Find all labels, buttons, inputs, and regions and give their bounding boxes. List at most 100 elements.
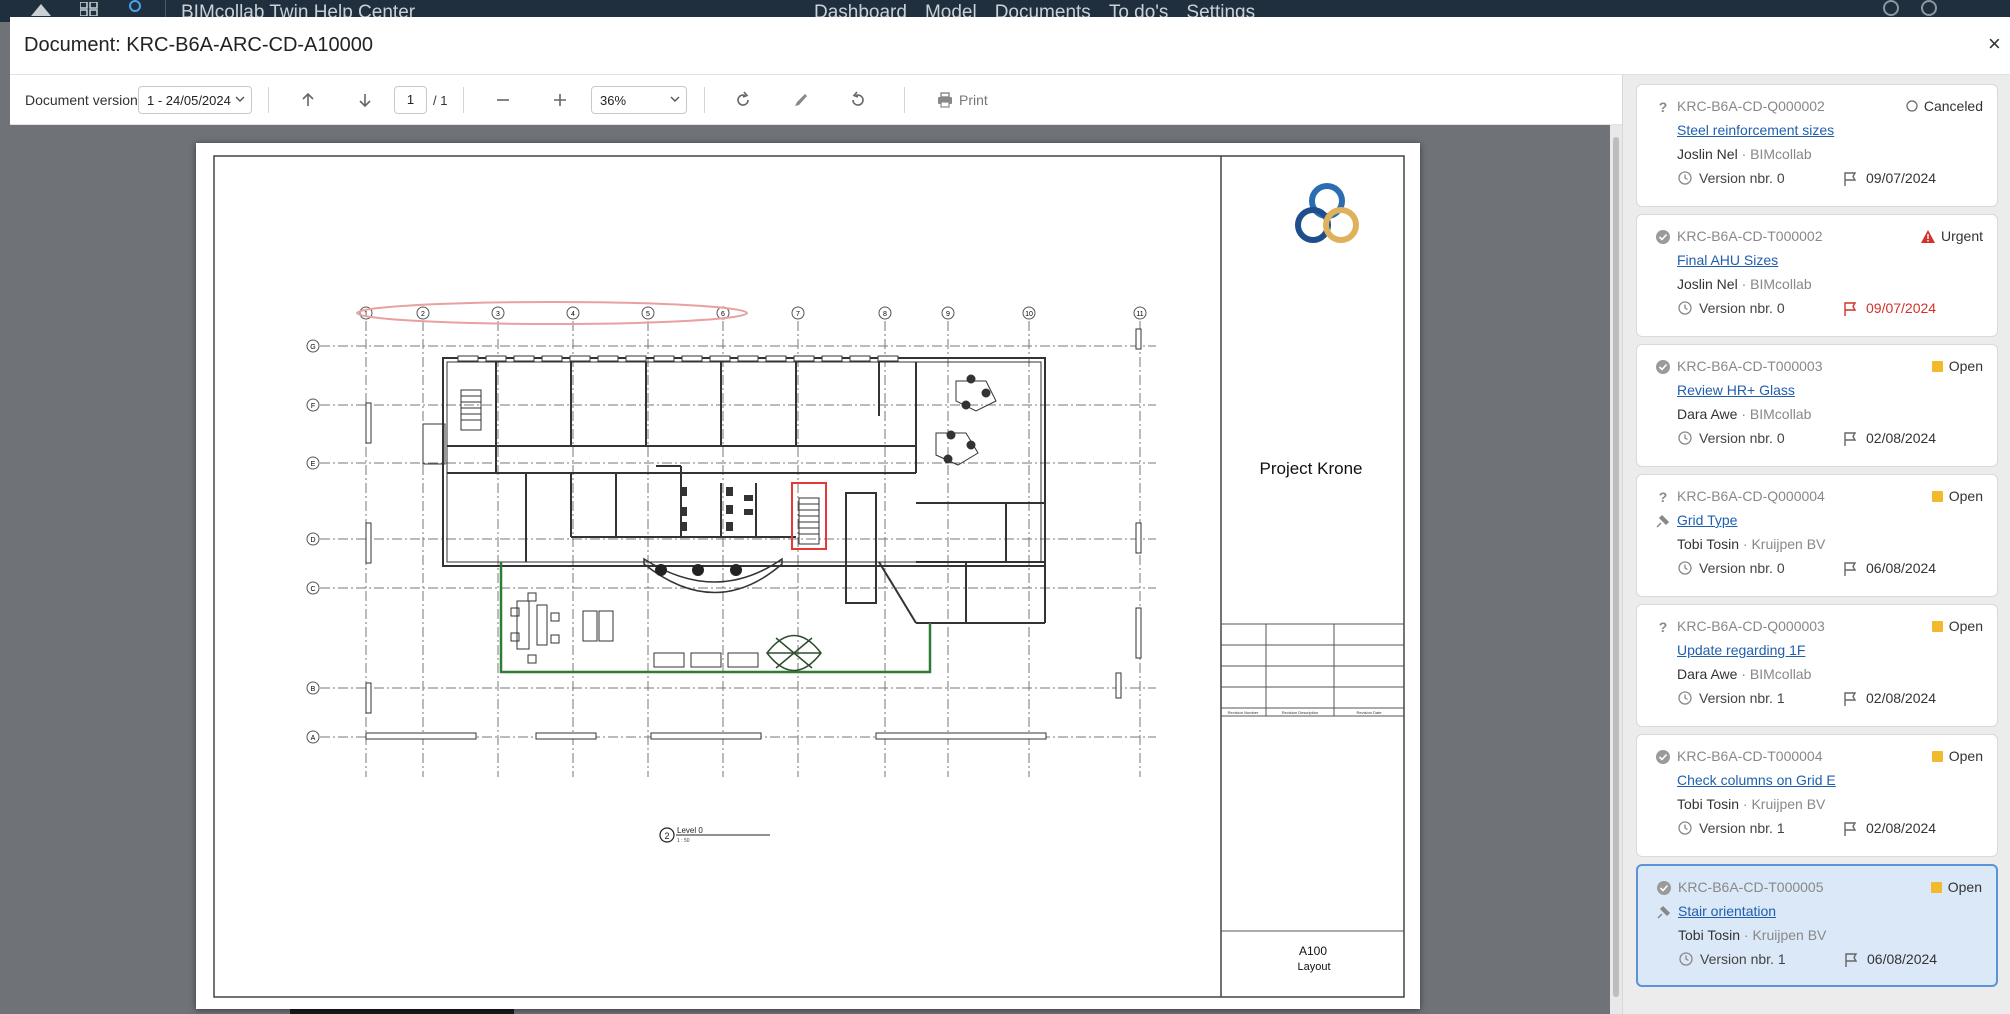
grid-column-label: 8 [883, 311, 887, 318]
page-number-input[interactable]: 1 [394, 86, 427, 114]
user-icon[interactable] [125, 0, 145, 14]
window [765, 355, 787, 362]
window [625, 355, 647, 362]
flag-icon [1844, 432, 1857, 446]
zoom-in-icon[interactable] [550, 90, 570, 110]
zoom-select-value: 36% [600, 93, 627, 108]
open-status-icon [1931, 620, 1943, 632]
version-select[interactable]: 1 - 24/05/2024 [138, 86, 252, 114]
issue-title-link[interactable]: Grid Type [1677, 512, 1737, 528]
facade-window [365, 402, 372, 444]
pin-icon [1657, 905, 1671, 919]
issue-status-label: Open [1948, 618, 1983, 634]
issue-card[interactable]: ? KRC-B6A-CD-Q000004 Open Grid Type Tobi Tos… [1636, 474, 1998, 597]
issue-title-link[interactable]: Review HR+ Glass [1677, 382, 1795, 398]
undo-icon[interactable] [848, 90, 868, 110]
assignee-name: Tobi Tosin [1677, 796, 1740, 812]
grid-row-label: D [310, 537, 315, 544]
svg-text:?: ? [1659, 99, 1668, 115]
issue-assignee: Tobi Tosin · Kruijpen BV [1677, 536, 1826, 552]
issue-card[interactable]: ? KRC-B6A-CD-Q000003 Open Update regarding … [1636, 604, 1998, 727]
scrollbar-thumb[interactable] [1613, 137, 1619, 997]
toolbar-divider [904, 87, 905, 113]
clock-icon [1678, 691, 1692, 705]
issue-title-link[interactable]: Check columns on Grid E [1677, 772, 1836, 788]
issue-title-link[interactable]: Update regarding 1F [1677, 642, 1805, 658]
rotate-icon[interactable] [733, 90, 753, 110]
print-button[interactable]: Print [937, 75, 988, 125]
issue-version: Version nbr. 0 [1699, 170, 1785, 186]
gear-icon[interactable] [1880, 0, 1902, 16]
assignee-org: BIMcollab [1749, 406, 1812, 422]
svg-text:?: ? [1659, 619, 1668, 635]
revolving-door [766, 634, 822, 672]
facade-window [1115, 672, 1122, 699]
assignee-name: Dara Awe [1677, 406, 1738, 422]
assignee-name: Dara Awe [1677, 666, 1738, 682]
open-status-icon [1931, 490, 1943, 502]
sheet-border [213, 155, 1405, 998]
markup-green-outline [499, 562, 932, 674]
clock-icon [1679, 952, 1693, 966]
window [569, 355, 591, 362]
print-label: Print [959, 92, 988, 108]
issue-code: KRC-B6A-CD-T000004 [1677, 748, 1823, 764]
flag-icon [1844, 172, 1857, 186]
apps-grid-icon[interactable] [80, 2, 98, 16]
issue-assignee: Tobi Tosin · Kruijpen BV [1678, 927, 1827, 943]
svg-text:?: ? [1659, 489, 1668, 505]
issue-due-date: 02/08/2024 [1866, 690, 1937, 706]
assignee-org: Kruijpen BV [1751, 796, 1826, 812]
assignee-name: Joslin Nel [1677, 276, 1738, 292]
issue-status: Open [1930, 879, 1982, 895]
grid-column-label: 10 [1025, 311, 1033, 318]
question-icon: ? [1659, 489, 1668, 505]
issue-title-link[interactable]: Stair orientation [1678, 903, 1776, 919]
zoom-select[interactable]: 36% [591, 86, 687, 114]
open-status-icon [1931, 360, 1943, 372]
issue-status-label: Open [1948, 748, 1983, 764]
issue-status-label: Urgent [1940, 228, 1983, 244]
viewer-vertical-scrollbar[interactable] [1610, 125, 1622, 1014]
home-icon[interactable] [28, 0, 54, 16]
grid-column-label: 2 [421, 311, 425, 318]
next-page-icon[interactable] [355, 90, 375, 110]
issue-version: Version nbr. 1 [1699, 820, 1785, 836]
zoom-out-icon[interactable] [493, 90, 513, 110]
issue-title-link[interactable]: Final AHU Sizes [1677, 252, 1778, 268]
grid-row-label: B [311, 686, 316, 693]
drawing-sheet[interactable]: Project Krone Revision Number Revision D… [196, 143, 1420, 1009]
issue-assignee: Joslin Nel · BIMcollab [1677, 146, 1812, 162]
grid-row-label: F [311, 403, 315, 410]
markup-pen-icon[interactable] [791, 90, 811, 110]
facade-window [1135, 328, 1142, 350]
issue-card[interactable]: KRC-B6A-CD-T000002 Urgent Final AHU Sizes J… [1636, 214, 1998, 337]
issue-code: KRC-B6A-CD-Q000002 [1677, 98, 1825, 114]
document-modal: Document: KRC-B6A-ARC-CD-A10000 × Docume… [10, 17, 2010, 1014]
window [849, 355, 871, 362]
window [541, 355, 563, 362]
window [653, 355, 675, 362]
close-icon[interactable]: × [1988, 31, 2001, 57]
issue-due-date: 06/08/2024 [1867, 951, 1938, 967]
help-icon[interactable] [1918, 0, 1940, 16]
previous-page-icon[interactable] [298, 90, 318, 110]
issue-card[interactable]: ? KRC-B6A-CD-Q000002 Canceled Steel reinfor… [1636, 84, 1998, 207]
assignee-name: Joslin Nel [1677, 146, 1738, 162]
grid-row-label: E [311, 461, 316, 468]
issue-title-link[interactable]: Steel reinforcement sizes [1677, 122, 1834, 138]
svg-text:Revision Number: Revision Number [1228, 710, 1259, 715]
issue-card[interactable]: KRC-B6A-CD-T000003 Open Review HR+ Glass Da… [1636, 344, 1998, 467]
issue-card[interactable]: KRC-B6A-CD-T000004 Open Check columns on G… [1636, 734, 1998, 857]
flag-icon [1844, 562, 1857, 576]
window [793, 355, 815, 362]
issue-card[interactable]: KRC-B6A-CD-T000005 Open Stair orientation T… [1636, 864, 1998, 987]
chevron-down-icon [670, 96, 680, 102]
check-circle-icon [1656, 230, 1670, 244]
lounge-furniture [510, 592, 759, 668]
view-number: 2 [664, 831, 669, 841]
facade-window [1135, 607, 1142, 659]
window [737, 355, 759, 362]
assignee-name: Tobi Tosin [1678, 927, 1741, 943]
project-name: Project Krone [1260, 459, 1363, 478]
